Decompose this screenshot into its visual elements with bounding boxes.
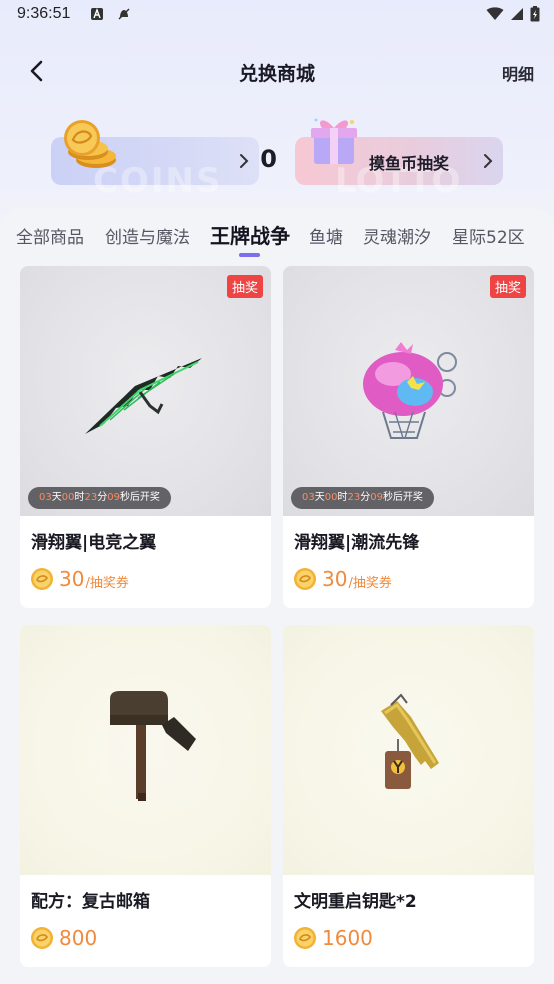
price-row: 1600 (293, 924, 373, 952)
coin-stack-icon (64, 120, 116, 168)
wifi-icon (486, 7, 504, 20)
tab-area-52[interactable]: 星际52区 (452, 223, 525, 248)
header: 兑换商城 明细 (0, 45, 554, 97)
coin-icon (294, 568, 316, 590)
lottery-badge: 抽奖 (489, 275, 526, 298)
page-title: 兑换商城 (238, 63, 315, 85)
coin-icon (294, 927, 316, 949)
price-unit: /抽奖券 (85, 575, 129, 591)
product-card[interactable]: 抽奖 03天00时23分09秒后开奖 滑翔翼|电竞之翼 30 /抽奖券 (20, 266, 271, 608)
key-icon (381, 693, 439, 789)
countdown-minutes-unit: 分 (360, 492, 371, 503)
product-name: 滑翔翼|电竞之翼 (31, 533, 157, 553)
balloon-glider-icon (363, 342, 457, 439)
countdown-minutes-unit: 分 (97, 492, 108, 503)
gift-box-icon (311, 118, 357, 164)
active-tab-indicator (239, 253, 260, 257)
price-value: 800 (59, 926, 98, 950)
countdown-timer: 03天00时23分09秒后开奖 (28, 487, 171, 509)
product-name: 文明重启钥匙*2 (294, 892, 417, 912)
detail-link[interactable]: 明细 (502, 61, 534, 85)
tab-soul-tide[interactable]: 灵魂潮汐 (363, 223, 431, 248)
price-row: 800 (30, 924, 97, 952)
product-card[interactable]: 抽奖 03天00时23分09秒后开奖 滑翔翼|潮流先锋 30 /抽奖券 (283, 266, 534, 608)
countdown-days-unit: 天 (314, 492, 325, 503)
price-row: 30 /抽奖券 (30, 565, 129, 593)
countdown-minutes: 23 (347, 492, 361, 503)
product-image: 抽奖 03天00时23分09秒后开奖 (20, 266, 271, 516)
battery-icon (530, 6, 540, 22)
lottery-badge: 抽奖 (226, 275, 263, 298)
do-not-disturb-icon (118, 8, 130, 20)
status-time: 9:36:51 (17, 5, 71, 22)
tab-fish-pond[interactable]: 鱼塘 (309, 223, 343, 248)
price-row: 30 /抽奖券 (293, 565, 392, 593)
countdown-timer: 03天00时23分09秒后开奖 (291, 487, 434, 509)
notification-a-icon (91, 8, 103, 20)
coin-icon (31, 568, 53, 590)
countdown-suffix: 秒后开奖 (119, 492, 160, 503)
countdown-days: 03 (39, 492, 52, 503)
chevron-right-icon (484, 154, 493, 168)
product-card[interactable]: 配方：复古邮箱 800 (20, 625, 271, 967)
price-value: 30 (59, 567, 85, 591)
glider-wing-icon (85, 358, 202, 434)
price-value: 30 (322, 567, 348, 591)
category-tabs: 全部商品 创造与魔法 王牌战争 鱼塘 灵魂潮汐 星际52区 (0, 210, 554, 260)
mailbox-icon (106, 691, 202, 807)
product-name: 配方：复古邮箱 (31, 892, 150, 912)
countdown-days: 03 (302, 492, 315, 503)
countdown-hours-unit: 时 (337, 492, 348, 503)
product-card[interactable]: 文明重启钥匙*2 1600 (283, 625, 534, 967)
tab-ace-war[interactable]: 王牌战争 (210, 220, 290, 249)
product-name: 滑翔翼|潮流先锋 (294, 533, 420, 553)
countdown-suffix: 秒后开奖 (382, 492, 423, 503)
coin-icon (31, 927, 53, 949)
tab-creation-magic[interactable]: 创造与魔法 (105, 223, 190, 248)
countdown-hours: 00 (61, 492, 75, 503)
price-unit: /抽奖券 (348, 575, 392, 591)
price-value: 1600 (322, 926, 373, 950)
chevron-right-icon (240, 154, 249, 168)
product-image (283, 625, 534, 875)
countdown-hours-unit: 时 (74, 492, 85, 503)
countdown-seconds: 09 (370, 492, 383, 503)
countdown-minutes: 23 (84, 492, 98, 503)
countdown-seconds: 09 (107, 492, 120, 503)
countdown-hours: 00 (324, 492, 338, 503)
status-icons (486, 6, 540, 22)
tab-all-items[interactable]: 全部商品 (16, 223, 84, 248)
countdown-days-unit: 天 (51, 492, 62, 503)
product-image (20, 625, 271, 875)
product-image: 抽奖 03天00时23分09秒后开奖 (283, 266, 534, 516)
signal-icon (511, 8, 523, 20)
status-bar: 9:36:51 (0, 0, 554, 30)
lottery-label: 摸鱼币抽奖 (369, 154, 450, 173)
